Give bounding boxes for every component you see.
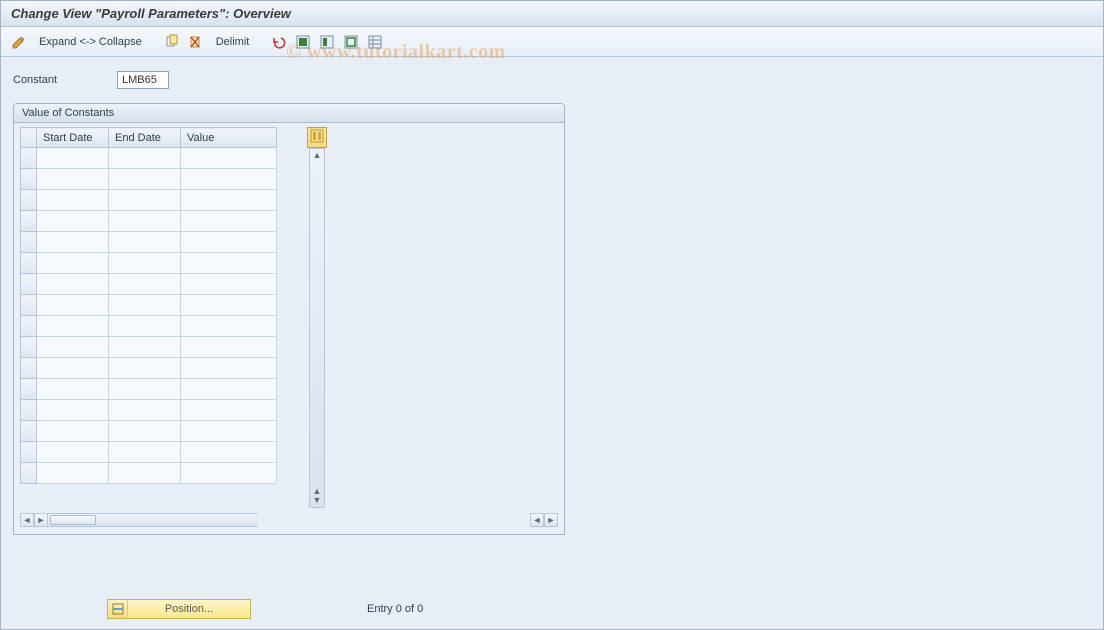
configure-columns-icon[interactable] — [308, 128, 327, 148]
select-all-icon[interactable] — [293, 32, 313, 52]
page-title: Change View "Payroll Parameters": Overvi… — [11, 6, 291, 21]
constant-label: Constant — [13, 74, 57, 86]
table-row[interactable] — [21, 400, 277, 421]
table-row[interactable] — [21, 442, 277, 463]
position-label: Position... — [128, 603, 250, 615]
panel-title: Value of Constants — [14, 104, 564, 123]
table-row[interactable] — [21, 358, 277, 379]
table-body — [21, 148, 277, 484]
table-row[interactable] — [21, 169, 277, 190]
scroll-left-icon[interactable]: ◄ — [20, 513, 34, 527]
scroll-down2-icon[interactable]: ▼ — [313, 496, 322, 505]
constants-table[interactable]: Start Date End Date Value — [20, 127, 277, 484]
table-row[interactable] — [21, 211, 277, 232]
row-selector-header[interactable] — [21, 128, 37, 148]
table-row[interactable] — [21, 148, 277, 169]
scroll-right-step-icon[interactable]: ► — [34, 513, 48, 527]
table-row[interactable] — [21, 190, 277, 211]
table-row[interactable] — [21, 379, 277, 400]
form-area: Constant — [1, 57, 1103, 97]
horizontal-scrollbar[interactable]: ◄ ► ◄ ► — [20, 512, 558, 528]
scroll-right-icon[interactable]: ► — [544, 513, 558, 527]
scroll-up-icon[interactable]: ▲ — [313, 151, 322, 160]
select-block-icon[interactable] — [317, 32, 337, 52]
col-end-date[interactable]: End Date — [109, 128, 181, 148]
position-icon — [108, 600, 128, 618]
toggle-edit-icon[interactable] — [9, 32, 29, 52]
expand-collapse-button[interactable]: Expand <-> Collapse — [33, 36, 148, 48]
table-row[interactable] — [21, 274, 277, 295]
table-row[interactable] — [21, 316, 277, 337]
position-button[interactable]: Position... — [107, 599, 251, 619]
copy-icon[interactable] — [162, 32, 182, 52]
constants-panel: Value of Constants Start Date End Date V… — [13, 103, 565, 535]
table-row[interactable] — [21, 295, 277, 316]
title-bar: Change View "Payroll Parameters": Overvi… — [1, 1, 1103, 27]
table-row[interactable] — [21, 337, 277, 358]
application-toolbar: Expand <-> Collapse Delimit — [1, 27, 1103, 57]
delimit-button[interactable]: Delimit — [210, 36, 256, 48]
deselect-all-icon[interactable] — [341, 32, 361, 52]
scroll-left2-icon[interactable]: ◄ — [530, 513, 544, 527]
table-row[interactable] — [21, 253, 277, 274]
delete-icon[interactable] — [186, 32, 206, 52]
table-row[interactable] — [21, 463, 277, 484]
hscroll-track[interactable] — [48, 513, 258, 527]
table-row[interactable] — [21, 232, 277, 253]
vertical-scrollbar[interactable]: ▲ ▲ ▼ — [309, 148, 325, 508]
col-start-date[interactable]: Start Date — [37, 128, 109, 148]
entry-status: Entry 0 of 0 — [367, 603, 423, 615]
table-row[interactable] — [21, 421, 277, 442]
undo-icon[interactable] — [269, 32, 289, 52]
footer: Position... Entry 0 of 0 — [1, 599, 1103, 619]
col-value[interactable]: Value — [181, 128, 277, 148]
hscroll-thumb[interactable] — [50, 515, 96, 525]
constant-input[interactable] — [117, 71, 169, 89]
table-settings-icon[interactable] — [365, 32, 385, 52]
